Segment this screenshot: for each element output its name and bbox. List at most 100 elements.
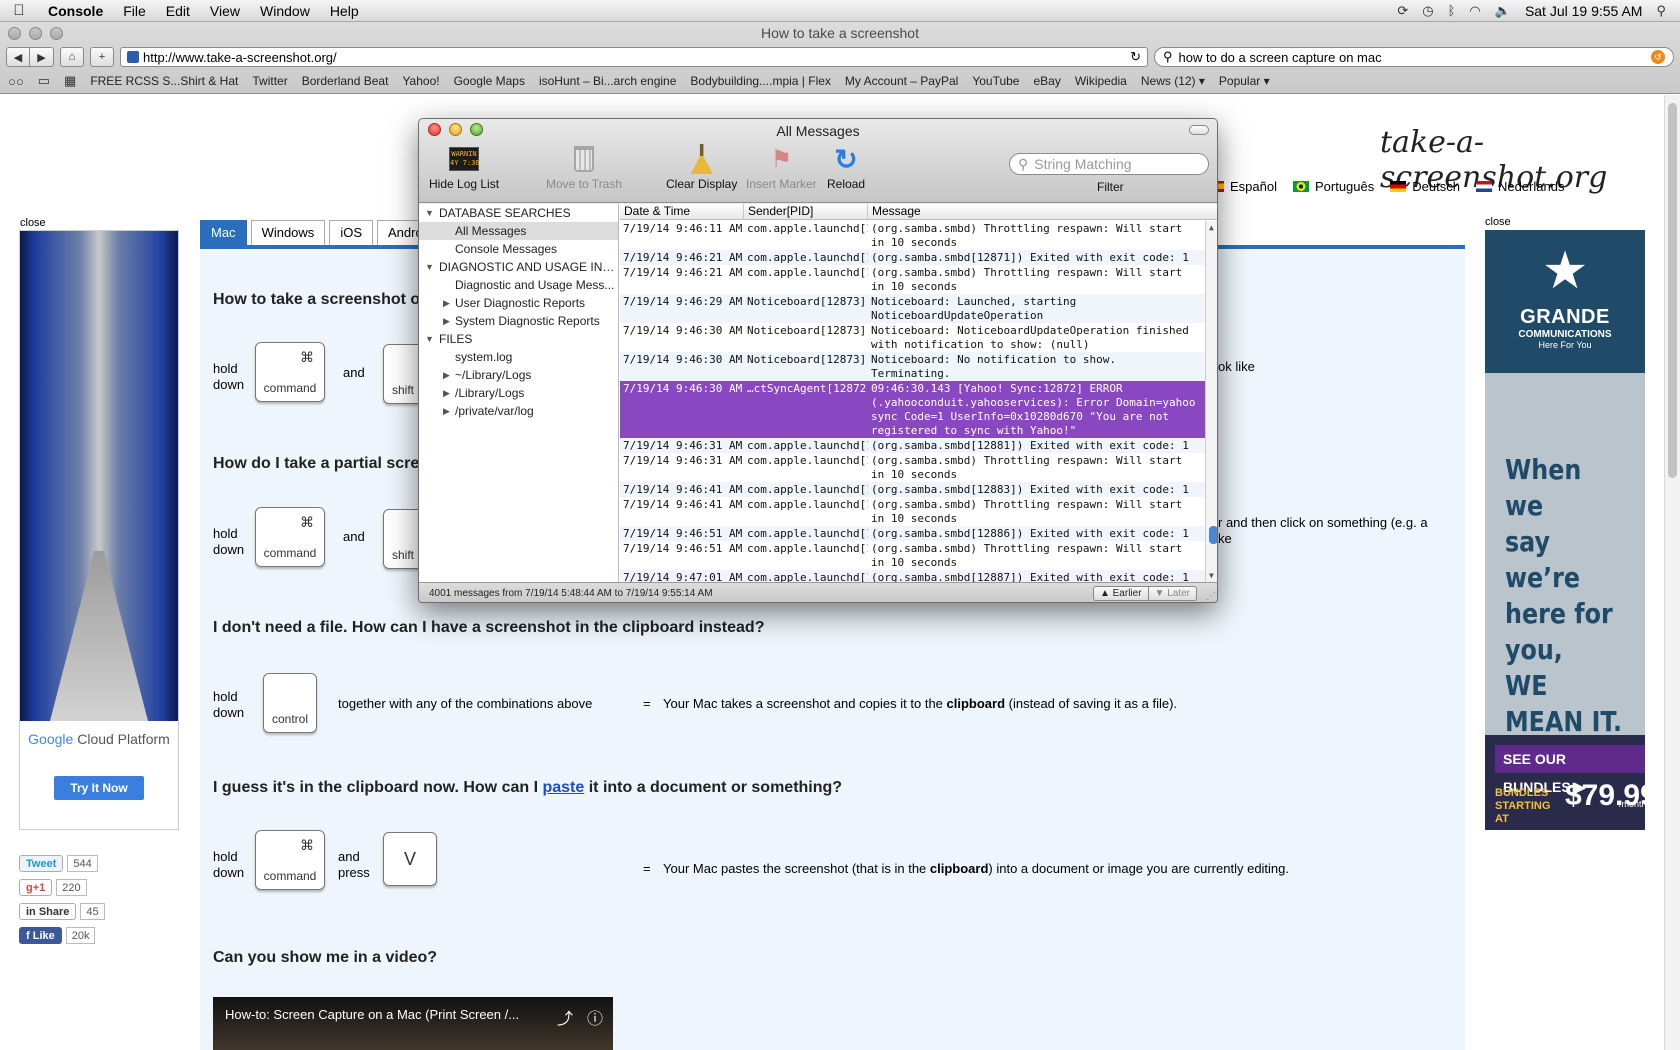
sidebar-item[interactable]: ▶ ~/Library/Logs	[419, 366, 618, 384]
right-ad[interactable]: close ★ GRANDE COMMUNICATIONS Here For Y…	[1485, 216, 1657, 830]
bookmark-item[interactable]: YouTube	[972, 74, 1019, 88]
hide-log-list-button[interactable]: WARNIN 4Y 7:36 Hide Log List	[429, 143, 499, 191]
address-bar[interactable]: http://www.take-a-screenshot.org/ ↻	[120, 47, 1148, 67]
disclosure-closed-icon[interactable]: ▶	[443, 402, 450, 420]
back-button[interactable]: ◀	[6, 47, 30, 67]
log-row[interactable]: 7/19/14 9:46:41 AM com.apple.launchd[1] (o…	[620, 497, 1205, 526]
log-row[interactable]: 7/19/14 9:46:41 AM com.apple.launchd[1] (o…	[620, 482, 1205, 497]
tab-ios[interactable]: iOS	[329, 220, 373, 245]
sidebar-item[interactable]: ▶ User Diagnostic Reports	[419, 294, 618, 312]
sidebar-item[interactable]: system.log	[419, 348, 618, 366]
info-icon[interactable]: ⓘ	[587, 1005, 603, 1029]
page-scrollbar[interactable]	[1664, 95, 1680, 1050]
home-button[interactable]: ⌂	[60, 47, 84, 67]
forward-button[interactable]: ▶	[30, 47, 54, 67]
spotlight-icon[interactable]: ⚲	[1656, 3, 1666, 19]
filter-search-input[interactable]: ⚲ String Matching	[1009, 153, 1209, 175]
sidebar-item[interactable]: ▶ /Library/Logs	[419, 384, 618, 402]
ad-close-link[interactable]: close	[1485, 216, 1511, 228]
menu-app-name[interactable]: Console	[38, 3, 113, 19]
disclosure-closed-icon[interactable]: ▶	[443, 384, 450, 402]
log-row[interactable]: 7/19/14 9:46:30 AM Noticeboard[12873] Noti…	[620, 352, 1205, 381]
apple-menu-icon[interactable]: 	[0, 2, 38, 19]
video-embed[interactable]: How-to: Screen Capture on a Mac (Print S…	[213, 997, 613, 1050]
toolbar-toggle-button[interactable]	[1189, 125, 1209, 135]
reload-page-icon[interactable]: ↻	[1130, 49, 1141, 65]
try-it-now-button[interactable]: Try It Now	[54, 776, 144, 800]
log-row[interactable]: 7/19/14 9:46:29 AM Noticeboard[12873] Noti…	[620, 294, 1205, 323]
bookmark-item[interactable]: News (12) ▾	[1141, 74, 1205, 88]
volume-icon[interactable]: 🔈	[1495, 3, 1511, 19]
ad-close-link[interactable]: close	[20, 217, 46, 229]
bookmark-item[interactable]: My Account – PayPal	[845, 74, 958, 88]
sidebar-item[interactable]: Console Messages	[419, 240, 618, 258]
browser-close-button[interactable]	[8, 27, 21, 40]
gplus-button[interactable]: g+1	[19, 879, 53, 896]
share-icon[interactable]: ⤴	[557, 1005, 573, 1029]
resize-grip-icon[interactable]: ⋰	[1206, 591, 1216, 602]
reload-button[interactable]: ↻ Reload	[827, 143, 865, 192]
time-machine-icon[interactable]: ◷	[1422, 3, 1433, 19]
browser-search-field[interactable]: ⚲ how to do a screen capture on mac ↺	[1154, 47, 1674, 67]
earlier-button[interactable]: ▲ Earlier	[1092, 586, 1149, 601]
log-scroll-thumb[interactable]	[1209, 526, 1217, 544]
tweet-button[interactable]: Tweet	[19, 855, 64, 872]
menu-edit[interactable]: Edit	[156, 3, 200, 19]
disclosure-open-icon[interactable]: ▼	[425, 204, 434, 222]
bookmark-item[interactable]: Google Maps	[454, 74, 525, 88]
language-de[interactable]: Deutsch	[1390, 179, 1460, 194]
disclosure-open-icon[interactable]: ▼	[425, 258, 434, 276]
sidebar-item[interactable]: All Messages	[419, 222, 618, 240]
scroll-up-icon[interactable]: ▲	[1209, 223, 1214, 232]
page-scroll-thumb[interactable]	[1668, 103, 1677, 478]
browser-minimize-button[interactable]	[29, 27, 42, 40]
tab-windows[interactable]: Windows	[250, 220, 326, 245]
language-pt[interactable]: Português	[1292, 179, 1374, 194]
browser-zoom-button[interactable]	[50, 27, 63, 40]
language-es[interactable]: Español	[1208, 179, 1277, 194]
wifi-icon[interactable]: ◠	[1469, 3, 1480, 19]
see-our-bundles-button[interactable]: SEE OUR BUNDLES ▶	[1495, 745, 1645, 795]
clear-display-button[interactable]: Clear Display	[666, 143, 737, 191]
log-row[interactable]: 7/19/14 9:46:51 AM com.apple.launchd[1] (o…	[620, 526, 1205, 541]
bookmark-item[interactable]: Twitter	[252, 74, 287, 88]
menu-file[interactable]: File	[113, 3, 156, 19]
bookmark-item[interactable]: Popular ▾	[1219, 74, 1270, 88]
move-to-trash-button[interactable]: Move to Trash	[546, 143, 622, 191]
bluetooth-icon[interactable]: ᛒ	[1448, 3, 1456, 18]
bookmark-item[interactable]: Borderland Beat	[302, 74, 389, 88]
snapback-icon[interactable]: ↺	[1651, 50, 1665, 64]
log-row[interactable]: 7/19/14 9:46:31 AM com.apple.launchd[1] (o…	[620, 438, 1205, 453]
language-nl[interactable]: Nederlands	[1475, 179, 1564, 194]
bookmark-item[interactable]: Wikipedia	[1075, 74, 1127, 88]
bookmark-item[interactable]: Bodybuilding....mpia | Flex	[690, 74, 831, 88]
sidebar-item[interactable]: ▶ /private/var/log	[419, 402, 618, 420]
log-row[interactable]: 7/19/14 9:46:11 AM com.apple.launchd[1] (o…	[620, 221, 1205, 250]
linkedin-share-button[interactable]: in Share	[19, 903, 77, 920]
add-bookmark-button[interactable]: +	[90, 47, 114, 67]
sidebar-item[interactable]: ▶ System Diagnostic Reports	[419, 312, 618, 330]
log-row[interactable]: 7/19/14 9:46:30 AM …ctSyncAgent[12872] 09:…	[620, 381, 1205, 438]
log-row[interactable]: 7/19/14 9:46:30 AM Noticeboard[12873] Noti…	[620, 323, 1205, 352]
log-row[interactable]: 7/19/14 9:47:01 AM com.apple.launchd[1] (o…	[620, 570, 1205, 582]
facebook-like-button[interactable]: f Like	[19, 927, 62, 944]
menu-window[interactable]: Window	[250, 3, 320, 19]
disclosure-closed-icon[interactable]: ▶	[443, 366, 450, 384]
column-date-time[interactable]: Date & Time	[620, 204, 744, 219]
sidebar-section-header[interactable]: ▼ FILES	[419, 330, 618, 348]
bookmark-item[interactable]: Yahoo!	[402, 74, 439, 88]
sidebar-section-header[interactable]: ▼ DIAGNOSTIC AND USAGE INFO...	[419, 258, 618, 276]
insert-marker-button[interactable]: ⚑ Insert Marker	[746, 143, 817, 192]
log-scrollbar[interactable]: ▲ ▼	[1205, 221, 1217, 582]
menu-view[interactable]: View	[200, 3, 250, 19]
disclosure-closed-icon[interactable]: ▶	[443, 294, 450, 312]
column-sender[interactable]: Sender[PID]	[744, 204, 868, 219]
bookmark-item[interactable]: isoHunt – Bi...arch engine	[539, 74, 676, 88]
sync-icon[interactable]: ⟳	[1397, 3, 1408, 19]
left-ad[interactable]: close Google Cloud Platform Try It Now	[19, 217, 179, 830]
menu-clock[interactable]: Sat Jul 19 9:55 AM	[1525, 3, 1643, 19]
log-row[interactable]: 7/19/14 9:46:51 AM com.apple.launchd[1] (o…	[620, 541, 1205, 570]
log-row[interactable]: 7/19/14 9:46:21 AM com.apple.launchd[1] (o…	[620, 265, 1205, 294]
log-row[interactable]: 7/19/14 9:46:21 AM com.apple.launchd[1] (o…	[620, 250, 1205, 265]
sidebar-item[interactable]: Diagnostic and Usage Mess...	[419, 276, 618, 294]
